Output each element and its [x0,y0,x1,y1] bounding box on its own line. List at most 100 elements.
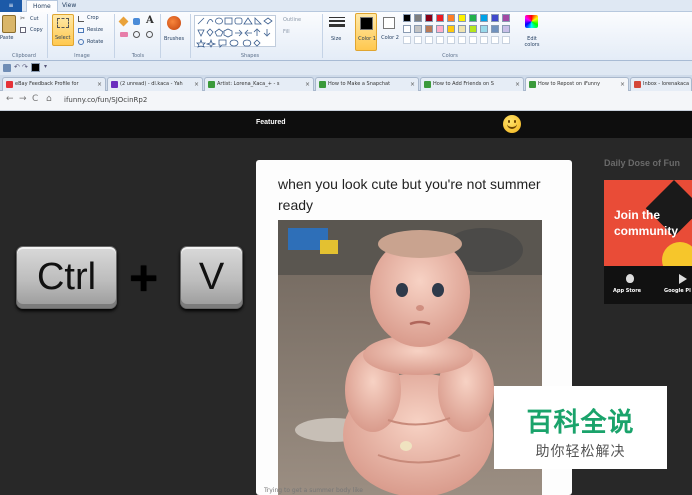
palette-swatch[interactable] [447,14,455,22]
browser-tab-active[interactable]: How to Repost on iFunny × [525,77,629,91]
palette-swatch[interactable] [436,25,444,33]
palette-swatch[interactable] [491,25,499,33]
shapes-gallery[interactable] [194,15,276,48]
tab-label: How to Add Friends on S [433,81,494,87]
site-header: Featured [0,111,692,138]
palette-swatch[interactable] [491,14,499,22]
palette-swatch[interactable] [425,25,433,33]
custom-color-slot[interactable] [436,36,444,44]
palette-swatch[interactable] [502,25,510,33]
gmail-favicon-icon [634,81,641,88]
palette-swatch[interactable] [469,14,477,22]
file-menu-button[interactable]: ≡ [0,0,22,12]
palette-swatch[interactable] [458,14,466,22]
browser-tab[interactable]: Inbox - lorenakaca [630,77,692,91]
close-tab-icon[interactable]: × [620,78,625,91]
palette-swatch[interactable] [436,14,444,22]
size-line-thin [329,17,345,18]
wikihow-favicon-icon [424,81,431,88]
color1-button[interactable]: Color 1 [355,13,377,51]
palette-swatch[interactable] [458,25,466,33]
close-tab-icon[interactable]: × [97,78,102,91]
resize-button[interactable]: Resize [87,27,103,33]
browser-tab[interactable]: How to Add Friends on S × [420,77,524,91]
custom-color-slot[interactable] [414,36,422,44]
fill-dropdown[interactable]: Fill [283,29,290,35]
browser-tab[interactable]: How to Make a Snapchat × [315,77,419,91]
fill-bucket-icon[interactable] [133,18,140,25]
color-picker-icon[interactable] [133,31,140,38]
brushes-button[interactable]: Brushes [164,36,184,42]
plus-sign: + [129,250,159,306]
custom-color-slot[interactable] [425,36,433,44]
size-lines-icon[interactable] [329,16,345,30]
palette-swatch[interactable] [403,14,411,22]
sidebar-ad[interactable]: Join the community App Store Google Pl [604,180,692,304]
divider [190,14,191,58]
color1-label: Color 1 [358,36,376,42]
reload-icon[interactable]: C [32,94,38,104]
crop-button[interactable]: Crop [87,15,99,21]
redo-icon[interactable]: ↷ [22,63,28,71]
cut-button[interactable]: Cut [30,16,39,22]
palette-swatch[interactable] [447,25,455,33]
shapes-group-label: Shapes [240,53,260,59]
color2-button[interactable]: Color 2 [379,13,401,51]
tab-label: How to Make a Snapchat [328,81,391,87]
divider [47,14,48,58]
ifunny-smiley-icon[interactable] [503,115,521,133]
paint-ribbon: Paste ✂ Cut Copy Clipboard Select Crop R… [0,12,692,61]
palette-swatch[interactable] [425,14,433,22]
custom-color-slot[interactable] [502,36,510,44]
app-store-link[interactable]: App Store [613,288,641,294]
paste-button[interactable]: Paste [0,35,14,41]
tab-view[interactable]: View [56,0,82,12]
watermark-title: 百科全说 [526,408,635,438]
url-field[interactable]: ifunny.co/fun/SJOcinRp2 [64,94,147,106]
size-button[interactable]: Size [331,36,341,42]
edit-colors-button[interactable]: Edit colors [522,36,542,48]
color-wheel-icon[interactable] [525,15,538,28]
close-tab-icon[interactable]: × [410,78,415,91]
eraser-icon[interactable] [120,32,128,37]
text-tool-icon[interactable]: A [146,15,154,26]
palette-swatch[interactable] [414,25,422,33]
forward-icon[interactable]: → [19,94,27,104]
paste-icon[interactable] [2,15,16,33]
palette-swatch[interactable] [414,14,422,22]
close-tab-icon[interactable]: × [305,78,310,91]
browser-tab[interactable]: (2 unread) - dl.kaca - Yah × [107,77,203,91]
pencil-icon[interactable] [118,16,129,27]
close-tab-icon[interactable]: × [194,78,199,91]
customize-dropdown-icon[interactable]: ▾ [44,63,47,70]
browser-tab[interactable]: Artist: Lorena_Kaca_+ - s × [204,77,314,91]
custom-color-slot[interactable] [458,36,466,44]
palette-swatch[interactable] [403,25,411,33]
brushes-icon[interactable] [164,14,184,36]
close-tab-icon[interactable]: × [515,78,520,91]
save-icon[interactable] [3,64,11,72]
back-icon[interactable]: ← [6,94,14,104]
custom-color-slot[interactable] [403,36,411,44]
custom-color-slot[interactable] [469,36,477,44]
custom-color-slot[interactable] [447,36,455,44]
palette-swatch[interactable] [502,14,510,22]
magnifier-icon[interactable] [146,31,153,38]
rotate-button[interactable]: Rotate [87,39,103,45]
smiley-mouth [507,124,517,129]
palette-swatch[interactable] [480,25,488,33]
browser-tab[interactable]: eBay Feedback Profile for × [2,77,106,91]
nav-featured[interactable]: Featured [256,119,286,126]
undo-icon[interactable]: ↶ [14,63,20,71]
palette-swatch[interactable] [480,14,488,22]
home-icon[interactable]: ⌂ [46,94,52,104]
custom-color-slot[interactable] [480,36,488,44]
palette-swatch[interactable] [469,25,477,33]
outline-dropdown[interactable]: Outline [283,17,301,23]
custom-color-slot[interactable] [491,36,499,44]
google-play-link[interactable]: Google Pl [664,288,691,294]
post-caption: when you look cute but you're not summer… [278,176,541,213]
copy-button[interactable]: Copy [30,27,43,33]
tab-home[interactable]: Home [26,0,58,12]
select-tool-active[interactable]: Select [52,14,74,46]
